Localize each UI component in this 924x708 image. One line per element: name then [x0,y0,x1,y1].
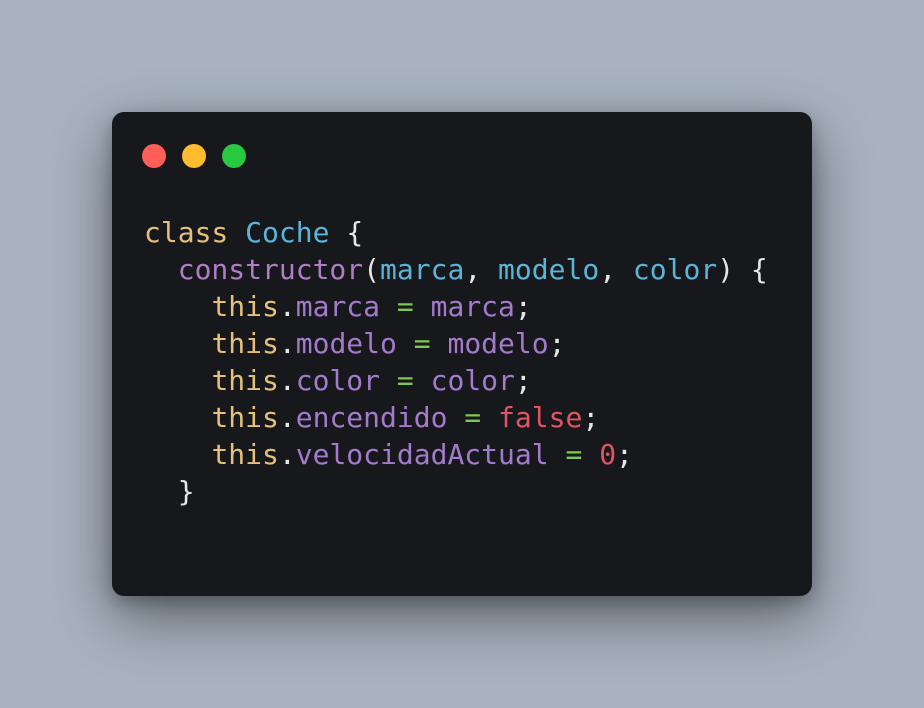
param-color: color [632,253,718,286]
code-line-2: constructor(marca, modelo, color) { [144,251,768,288]
dot: . [278,364,296,397]
open-brace: { [346,216,364,249]
assign-operator: = [380,364,431,397]
property-velocidadActual: velocidadActual [295,438,549,471]
number-zero: 0 [599,438,617,471]
code-line-3: this.marca = marca; [144,288,768,325]
dot: . [278,290,296,323]
keyword-this: this [211,364,279,397]
code-window: class Coche { constructor(marca, modelo,… [112,112,812,596]
maximize-button[interactable] [222,144,246,168]
value-modelo: modelo [447,327,549,360]
param-modelo: modelo [498,253,600,286]
code-line-4: this.modelo = modelo; [144,325,768,362]
property-modelo: modelo [295,327,397,360]
window-controls [142,144,246,168]
paren-close: ) [717,253,735,286]
code-line-1: class Coche { [144,214,768,251]
code-line-5: this.color = color; [144,362,768,399]
property-encendido: encendido [295,401,448,434]
value-color: color [430,364,515,397]
comma: , [599,253,633,286]
semicolon: ; [514,290,532,323]
dot: . [278,438,296,471]
close-brace: } [177,475,195,508]
dot: . [278,401,296,434]
assign-operator: = [396,327,448,360]
dot: . [278,327,296,360]
semicolon: ; [514,364,532,397]
minimize-button[interactable] [182,144,206,168]
semicolon: ; [616,438,633,471]
property-marca: marca [295,290,381,323]
code-block: class Coche { constructor(marca, modelo,… [144,214,768,510]
code-line-6: this.encendido = false; [144,399,768,436]
boolean-false: false [498,401,583,434]
open-brace: { [750,253,768,286]
code-line-8: } [144,473,768,510]
comma: , [464,253,499,286]
keyword-this: this [211,290,279,323]
keyword-class: class [144,216,229,249]
param-marca: marca [380,253,465,286]
assign-operator: = [548,438,600,471]
assign-operator: = [447,401,499,434]
method-name: constructor [177,253,364,286]
paren-open: ( [363,253,381,286]
assign-operator: = [380,290,431,323]
keyword-this: this [211,327,279,360]
class-name: Coche [245,216,330,249]
semicolon: ; [582,401,600,434]
code-line-7: this.velocidadActual = 0; [144,436,768,473]
semicolon: ; [548,327,566,360]
keyword-this: this [211,401,279,434]
property-color: color [295,364,381,397]
value-marca: marca [430,290,515,323]
keyword-this: this [211,438,279,471]
close-button[interactable] [142,144,166,168]
